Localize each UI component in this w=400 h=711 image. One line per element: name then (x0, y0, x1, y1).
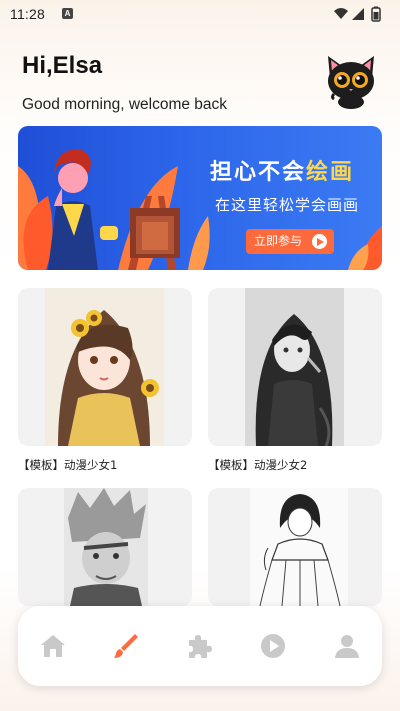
nav-home[interactable] (38, 631, 68, 661)
template-card-4[interactable] (208, 488, 382, 617)
anime-girl-grayscale-image (245, 288, 344, 446)
anime-boy-sketch-image (64, 488, 148, 606)
promo-banner[interactable]: 担心不会绘画 在这里轻松学会画画 立即参与 (18, 126, 382, 270)
home-icon (41, 635, 65, 657)
nav-puzzle[interactable] (185, 631, 215, 661)
banner-subtitle: 在这里轻松学会画画 (215, 196, 360, 214)
card-image[interactable] (18, 488, 192, 606)
status-bar: 11:28 A (0, 0, 400, 28)
card-image[interactable] (208, 488, 382, 606)
status-icons (334, 6, 381, 22)
status-time: 11:28 (10, 6, 45, 22)
card-image[interactable] (18, 288, 192, 446)
brush-icon (114, 634, 138, 658)
signal-icon (352, 8, 364, 20)
join-now-label: 立即参与 (254, 234, 303, 248)
nav-draw[interactable] (110, 631, 140, 661)
card-label: 【模板】动漫少女2 (208, 458, 308, 472)
greeting-subtitle: Good morning, welcome back (22, 96, 228, 113)
play-icon (261, 634, 285, 658)
card-label: 【模板】动漫少女1 (18, 458, 118, 472)
nav-video[interactable] (258, 631, 288, 661)
banner-title: 担心不会绘画 (210, 154, 354, 186)
banner-title-highlight: 绘画 (306, 160, 355, 185)
greeting-title: Hi,Elsa (22, 52, 103, 79)
template-card-3[interactable] (18, 488, 192, 617)
bottom-nav (18, 606, 382, 686)
anime-girl-lineart-image (250, 488, 348, 606)
play-icon (312, 234, 327, 249)
notification-icon: A (62, 8, 73, 19)
template-card-1[interactable]: 【模板】动漫少女1 (18, 288, 192, 473)
card-image[interactable] (208, 288, 382, 446)
black-cat-icon[interactable] (322, 50, 380, 110)
nav-profile[interactable] (332, 631, 362, 661)
template-card-2[interactable]: 【模板】动漫少女2 (208, 288, 382, 473)
wifi-icon (334, 8, 348, 19)
join-now-button[interactable]: 立即参与 (246, 229, 334, 254)
puzzle-icon (189, 635, 212, 658)
anime-girl-sunflower-image (45, 288, 164, 446)
user-icon (335, 635, 359, 658)
banner-title-main: 担心不会 (210, 160, 307, 185)
